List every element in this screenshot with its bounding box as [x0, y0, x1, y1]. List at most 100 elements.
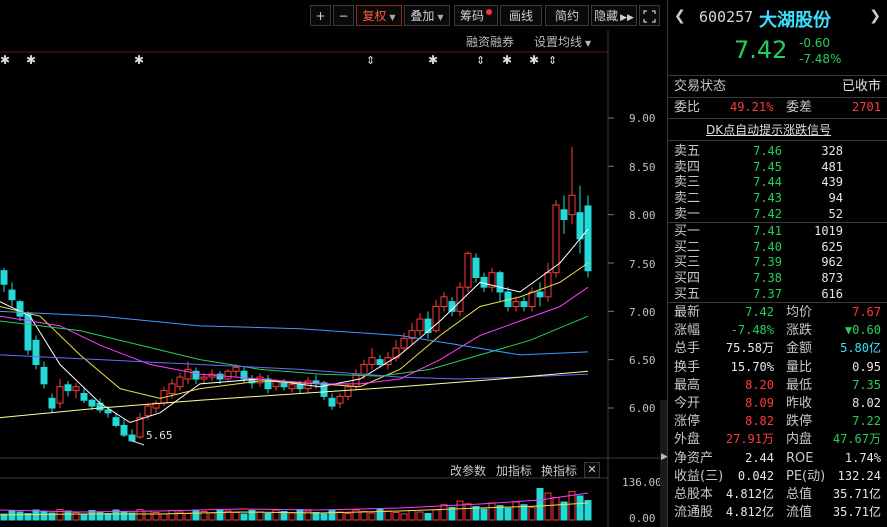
- ask-row[interactable]: 卖一 7.42 52: [674, 206, 883, 222]
- candle-body: [400, 337, 408, 349]
- level-price: 7.46: [753, 144, 782, 158]
- volume-bar: [576, 495, 584, 521]
- event-marker: ✱: [428, 53, 438, 67]
- quote-label: 昨收: [786, 396, 813, 411]
- volume-bar: [312, 512, 320, 521]
- quote-value: 8.20: [745, 377, 774, 392]
- level-label: 卖三: [674, 175, 701, 191]
- close-indicator-button[interactable]: ✕: [584, 462, 600, 478]
- volume-bar: [424, 513, 432, 521]
- bid-row[interactable]: 买五 7.37 616: [674, 286, 883, 302]
- price-axis-label: 7.50: [629, 258, 656, 271]
- volume-bar: [184, 513, 192, 521]
- ask-row[interactable]: 卖五 7.46 328: [674, 143, 883, 159]
- level-price: 7.41: [753, 224, 782, 238]
- quote-row: 总股本 4.812亿 总值 35.71亿: [674, 486, 883, 503]
- level-label: 买一: [674, 224, 701, 239]
- volume-bar: [432, 509, 440, 521]
- panel-scrollbar[interactable]: [660, 400, 667, 527]
- level-volume: 873: [821, 271, 843, 286]
- candle-body: [64, 384, 72, 392]
- forward-arrow-icon[interactable]: ❯: [869, 8, 881, 24]
- back-arrow-icon[interactable]: ❮: [674, 8, 686, 24]
- bid-row[interactable]: 买三 7.39 962: [674, 254, 883, 270]
- quote-label: 最低: [786, 377, 813, 393]
- volume-bar: [320, 513, 328, 521]
- candle-body: [128, 434, 136, 442]
- quote-label: 流通股: [674, 505, 714, 521]
- candle-body: [320, 382, 328, 397]
- quote-value: 2.44: [745, 450, 774, 465]
- quote-row: 净资产 2.44 ROE 1.74%: [674, 450, 883, 467]
- volume-bar: [544, 492, 552, 521]
- candle-body: [584, 205, 592, 272]
- candle-body: [192, 370, 200, 380]
- candle-body: [168, 383, 176, 395]
- candle-body: [280, 382, 288, 388]
- candle-body: [432, 306, 440, 332]
- quote-value: 4.812亿: [725, 505, 774, 520]
- quote-row: 今开 8.09 昨收 8.02: [674, 395, 883, 412]
- bid-row[interactable]: 买二 7.40 625: [674, 239, 883, 255]
- volume-bar: [384, 510, 392, 521]
- price-axis-label: 8.00: [629, 209, 656, 222]
- candle-body: [472, 257, 480, 278]
- bid-row[interactable]: 买四 7.38 873: [674, 270, 883, 286]
- candle-body: [176, 376, 184, 388]
- quote-value: 7.67: [852, 305, 881, 319]
- event-marker: ⇕: [366, 54, 375, 67]
- quote-label: 总手: [674, 341, 701, 357]
- quote-row: 收益(三) 0.042 PE(动) 132.24: [674, 468, 883, 485]
- change-params-link[interactable]: 改参数: [450, 462, 486, 479]
- candle-body: [440, 296, 448, 308]
- switch-indicator-link[interactable]: 换指标: [541, 462, 577, 479]
- quote-value: 8.82: [745, 414, 774, 429]
- low-marker-arrow: [131, 440, 145, 446]
- level-label: 卖二: [674, 191, 701, 207]
- trade-status-value: 已收市: [841, 79, 881, 94]
- volume-bar: [344, 513, 352, 521]
- volume-bar: [360, 511, 368, 521]
- ma90-line: [0, 354, 589, 380]
- ask-row[interactable]: 卖四 7.45 481: [674, 159, 883, 175]
- quote-label: ROE: [786, 450, 814, 466]
- level-label: 卖五: [674, 144, 701, 159]
- ask-row[interactable]: 卖三 7.44 439: [674, 174, 883, 190]
- candlestick-chart[interactable]: ✱ ✱ ✱ ✱ ✱ ✱ ⇕ ⇕ ⇕: [0, 0, 662, 527]
- ask-row[interactable]: 卖二 7.43 94: [674, 190, 883, 206]
- quote-label: 涨幅: [674, 323, 701, 339]
- volume-bar: [216, 509, 224, 521]
- quote-value: 35.71亿: [832, 487, 881, 501]
- volume-bar: [272, 509, 280, 521]
- candle-body: [136, 417, 144, 438]
- ma30-line: [0, 315, 589, 377]
- quote-label: 量比: [786, 359, 813, 375]
- volume-bar: [264, 513, 272, 521]
- volume-bar: [256, 511, 264, 521]
- volume-bar: [64, 510, 72, 521]
- candle-body: [224, 370, 232, 380]
- level-volume: 625: [821, 239, 843, 254]
- candle-body: [0, 270, 8, 285]
- quote-label: PE(动): [786, 468, 826, 484]
- volume-bar: [232, 512, 240, 521]
- candle-body: [232, 366, 240, 372]
- volume-bar: [512, 501, 520, 521]
- candle-body: [528, 291, 536, 307]
- level-price: 7.43: [753, 191, 782, 206]
- price-axis-label: 8.50: [629, 161, 656, 174]
- level-price: 7.37: [753, 286, 782, 301]
- quote-label: 外盘: [674, 432, 701, 448]
- quote-value: 1.74%: [844, 450, 881, 465]
- volume-bar: [168, 510, 176, 521]
- add-indicator-link[interactable]: 加指标: [496, 462, 532, 479]
- level-label: 买四: [674, 271, 701, 287]
- candle-body: [496, 272, 504, 293]
- candle-body: [416, 318, 424, 332]
- dk-signal-link[interactable]: DK点自动提示涨跌信号: [706, 121, 831, 138]
- quote-value: 5.80亿: [840, 341, 881, 356]
- quote-label: 内盘: [786, 432, 813, 448]
- bid-row[interactable]: 买一 7.41 1019: [674, 223, 883, 239]
- quote-row: 流通股 4.812亿 流值 35.71亿: [674, 504, 883, 521]
- quote-label: 最新: [674, 305, 701, 320]
